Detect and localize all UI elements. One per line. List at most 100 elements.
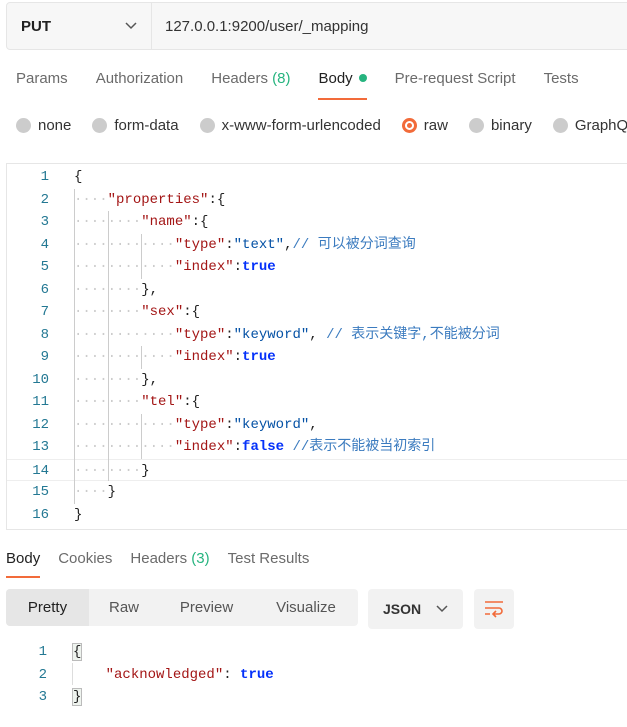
code-line: 2 ····"properties":{: [7, 189, 627, 211]
line-number: 2: [40, 191, 49, 208]
code-token: "type": [174, 236, 226, 253]
radio-binary[interactable]: binary: [468, 117, 532, 134]
code-line: 3 ········"name":{: [7, 211, 627, 233]
line-number: 3: [40, 214, 49, 230]
tab-label: Body: [6, 550, 41, 567]
radio-form-data[interactable]: form-data: [92, 117, 179, 134]
code-token: :: [233, 259, 243, 275]
code-text: ····}: [74, 481, 116, 503]
tab-body[interactable]: Body: [318, 70, 367, 100]
code-text: ········"tel":{: [74, 391, 200, 413]
code-text: {: [74, 166, 82, 188]
tab-headers[interactable]: Headers (8): [211, 70, 290, 100]
radio-label: x-www-form-urlencoded: [221, 117, 381, 134]
wrap-lines-button[interactable]: [474, 589, 514, 629]
code-text: ············"type":"keyword", // 表示关键字,不…: [74, 324, 500, 346]
code-token: {: [74, 169, 83, 185]
radio-circle-icon: [401, 118, 417, 133]
view-pretty[interactable]: Pretty: [6, 589, 89, 626]
radio-circle-icon: [552, 118, 568, 133]
code-text: ········},: [74, 279, 158, 301]
tab-label: Params: [16, 70, 68, 87]
radio-GraphQL[interactable]: GraphQL: [552, 117, 627, 134]
code-token: :: [233, 349, 243, 365]
code-line: 10 ········},: [7, 369, 627, 391]
response-tab-body[interactable]: Body: [6, 550, 41, 578]
code-token: "type": [174, 326, 226, 343]
tab-pre-request-script[interactable]: Pre-request Script: [395, 70, 516, 100]
code-line: 7 ········"sex":{: [7, 301, 627, 323]
code-token: //表示不能被当初索引: [292, 439, 436, 455]
line-number: 11: [32, 394, 49, 410]
line-number: 4: [40, 236, 49, 253]
tab-tests[interactable]: Tests: [544, 70, 579, 100]
line-number: 12: [32, 416, 49, 433]
code-token: }: [107, 484, 117, 500]
code-line: 16}: [7, 504, 627, 526]
code-token: :{: [208, 191, 226, 208]
code-token: "index": [174, 349, 234, 365]
code-token: :: [223, 666, 241, 683]
code-line: 15 ····}: [7, 481, 627, 503]
code-line: 11 ········"tel":{: [7, 391, 627, 413]
code-token: // 可以被分词查询: [292, 236, 416, 253]
radio-raw[interactable]: raw: [401, 117, 448, 134]
radio-label: raw: [423, 117, 448, 134]
code-line: 1{: [7, 166, 627, 188]
code-text: "acknowledged": true: [72, 664, 274, 686]
request-body-editor[interactable]: 1{2····"properties":{3········"name":{4·…: [6, 163, 627, 530]
modified-dot-icon: [358, 74, 367, 82]
tab-authorization[interactable]: Authorization: [96, 70, 184, 100]
code-token: }: [141, 462, 150, 479]
code-text: ········},: [74, 369, 158, 391]
radio-circle-icon: [199, 118, 215, 133]
tab-params[interactable]: Params: [16, 70, 68, 100]
tab-label: Authorization: [95, 70, 184, 87]
format-label: JSON: [383, 601, 422, 617]
radio-label: GraphQL: [574, 117, 627, 134]
url-input[interactable]: 127.0.0.1:9200/user/_mapping: [152, 3, 369, 49]
line-number: 1: [40, 169, 49, 185]
view-raw[interactable]: Raw: [89, 589, 159, 626]
code-line: 9 ············"index":true: [7, 346, 627, 368]
radio-label: binary: [490, 117, 532, 134]
code-token: }: [74, 506, 83, 523]
tab-label: Pre-request Script: [394, 70, 516, 87]
tab-count: (3): [191, 550, 210, 567]
response-view-selector: Pretty Raw Preview Visualize: [6, 589, 358, 626]
format-select[interactable]: JSON: [368, 589, 463, 629]
code-text: ············"type":"text",// 可以被分词查询: [74, 234, 416, 256]
tab-label: Headers: [211, 70, 268, 87]
code-text: ············"type":"keyword",: [74, 414, 318, 436]
indent-guide: [107, 211, 109, 481]
indent-guide: [74, 188, 75, 504]
radio-circle-icon: [92, 118, 108, 133]
response-tab-headers[interactable]: Headers (3): [130, 550, 209, 578]
radio-x-www-form-urlencoded[interactable]: x-www-form-urlencoded: [199, 117, 381, 134]
code-token: ,: [309, 326, 327, 343]
code-token: // 表示关键字,不能被分词: [326, 326, 500, 343]
code-token: true: [242, 259, 276, 275]
indent-whitespace: ············: [74, 416, 175, 433]
method-select[interactable]: PUT: [7, 3, 152, 49]
code-text: {: [72, 641, 83, 663]
code-text: ············"index":false //表示不能被当初索引: [74, 436, 435, 458]
indent-whitespace: ····: [74, 191, 108, 208]
code-token: "index": [174, 259, 234, 275]
radio-none[interactable]: none: [16, 117, 71, 134]
code-token: :{: [183, 394, 201, 410]
code-line: 5 ············"index":true: [7, 256, 627, 278]
code-token: "tel": [141, 394, 184, 410]
view-preview[interactable]: Preview: [159, 589, 254, 626]
response-tabs: Body Cookies Headers (3) Test Results: [6, 550, 327, 578]
indent-whitespace: ············: [74, 236, 175, 253]
view-visualize[interactable]: Visualize: [254, 589, 358, 626]
code-token: "name": [141, 214, 192, 230]
response-tab-test-results[interactable]: Test Results: [228, 550, 310, 578]
response-tab-cookies[interactable]: Cookies: [58, 550, 112, 578]
code-text: ········"name":{: [74, 211, 208, 233]
code-text: ····"properties":{: [74, 189, 225, 211]
radio-label: none: [38, 117, 72, 134]
code-token: ,: [309, 416, 318, 433]
